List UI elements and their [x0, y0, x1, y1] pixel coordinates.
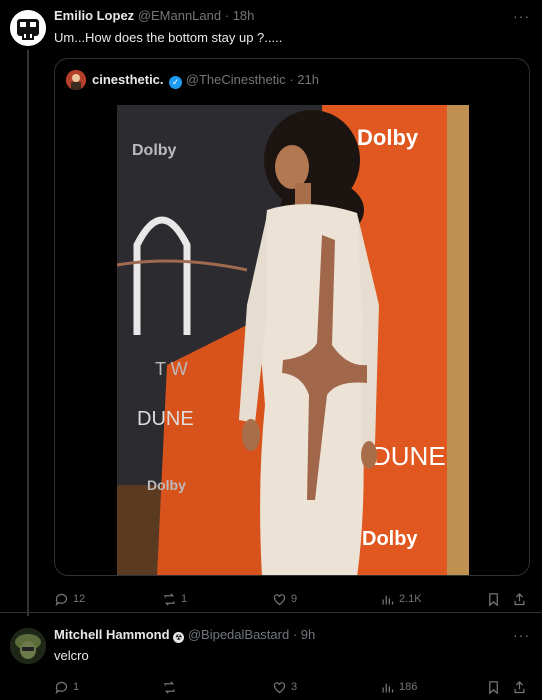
- like-count: 3: [291, 681, 298, 693]
- reply-button[interactable]: 12: [54, 589, 85, 609]
- photo-dolby-4: Dolby: [362, 528, 418, 550]
- repost-icon: [164, 592, 175, 606]
- heart-icon: [273, 593, 286, 605]
- like-button[interactable]: 9: [272, 589, 297, 609]
- reply-action-bar: 1 3 186: [54, 677, 530, 697]
- quoted-avatar[interactable]: [66, 70, 86, 90]
- quoted-handle[interactable]: @TheCinesthetic: [186, 72, 286, 87]
- reply-handle[interactable]: @BipedalBastard: [188, 627, 289, 642]
- avatar[interactable]: [10, 10, 46, 46]
- photo-dune-1: DUNE: [137, 408, 194, 430]
- reply-icon: [55, 681, 68, 694]
- post-text: Um...How does the bottom stay up ?.....: [54, 30, 283, 45]
- views-button[interactable]: 2.1K: [380, 589, 422, 609]
- share-button[interactable]: [512, 589, 527, 609]
- repost-icon: [164, 680, 175, 694]
- soldier-avatar-icon: [10, 628, 46, 664]
- thread-line: [27, 50, 29, 616]
- views-button[interactable]: 186: [380, 677, 417, 697]
- reply-avatar[interactable]: [10, 628, 46, 664]
- timestamp[interactable]: 18h: [233, 8, 255, 23]
- photo-dolby-3: Dolby: [147, 477, 186, 493]
- bookmark-button[interactable]: [486, 589, 501, 609]
- photo-dolby-2: Dolby: [357, 125, 419, 150]
- reply-timestamp[interactable]: 9h: [301, 627, 315, 642]
- post-header: Emilio Lopez @EMannLand · 18h: [54, 8, 254, 23]
- quoted-display-name[interactable]: cinesthetic.: [92, 72, 164, 87]
- bookmark-button[interactable]: [486, 677, 501, 697]
- main-action-bar: 12 1 9 2.1K: [54, 589, 530, 609]
- views-icon: [382, 683, 394, 692]
- photo-tw: T W: [155, 359, 188, 379]
- reply-button[interactable]: 1: [54, 677, 79, 697]
- separator: ·: [224, 8, 230, 23]
- share-button[interactable]: [512, 677, 527, 697]
- reply-icon: [55, 593, 68, 606]
- views-icon: [382, 595, 394, 604]
- views-count: 186: [399, 681, 418, 693]
- verified-badge-icon: ✓: [169, 76, 183, 89]
- reply-text: velcro: [54, 648, 89, 663]
- handle[interactable]: @EMannLand: [138, 8, 221, 23]
- separator: ·: [292, 627, 298, 642]
- radiation-badge-icon: ☢: [173, 632, 185, 643]
- bookmark-icon: [489, 592, 498, 606]
- heart-icon: [273, 681, 286, 693]
- share-icon: [514, 680, 525, 693]
- repost-button[interactable]: [162, 677, 181, 697]
- quoted-header: cinesthetic. ✓ @TheCinesthetic · 21h: [92, 72, 319, 89]
- quoted-photo[interactable]: Dolby Dolby Dolby Dolby DUNE DUNE T W: [117, 105, 469, 575]
- quoted-post[interactable]: cinesthetic. ✓ @TheCinesthetic · 21h Dol…: [54, 58, 530, 576]
- reply-count: 12: [73, 593, 86, 605]
- reply-count: 1: [73, 681, 80, 693]
- photo-dolby-1: Dolby: [132, 142, 177, 159]
- views-count: 2.1K: [399, 593, 422, 605]
- post-divider: [0, 612, 542, 613]
- share-icon: [514, 592, 525, 605]
- red-carpet-photo-icon: Dolby Dolby Dolby Dolby DUNE DUNE T W: [117, 105, 469, 575]
- repost-count: 1: [181, 593, 188, 605]
- display-name[interactable]: Emilio Lopez: [54, 8, 134, 23]
- profile-photo-icon: [66, 70, 86, 90]
- reply-header: Mitchell Hammond ☢ @BipedalBastard · 9h: [54, 627, 315, 643]
- separator: ·: [289, 72, 294, 87]
- reply-display-name[interactable]: Mitchell Hammond: [54, 627, 170, 642]
- quoted-timestamp[interactable]: 21h: [297, 72, 319, 87]
- more-options-icon[interactable]: ···: [513, 8, 530, 24]
- skull-avatar-icon: [10, 10, 46, 46]
- bookmark-icon: [489, 680, 498, 694]
- photo-dune-2: DUNE: [372, 441, 446, 471]
- repost-button[interactable]: 1: [162, 589, 187, 609]
- like-count: 9: [291, 593, 298, 605]
- reply-more-options-icon[interactable]: ···: [513, 627, 530, 643]
- like-button[interactable]: 3: [272, 677, 297, 697]
